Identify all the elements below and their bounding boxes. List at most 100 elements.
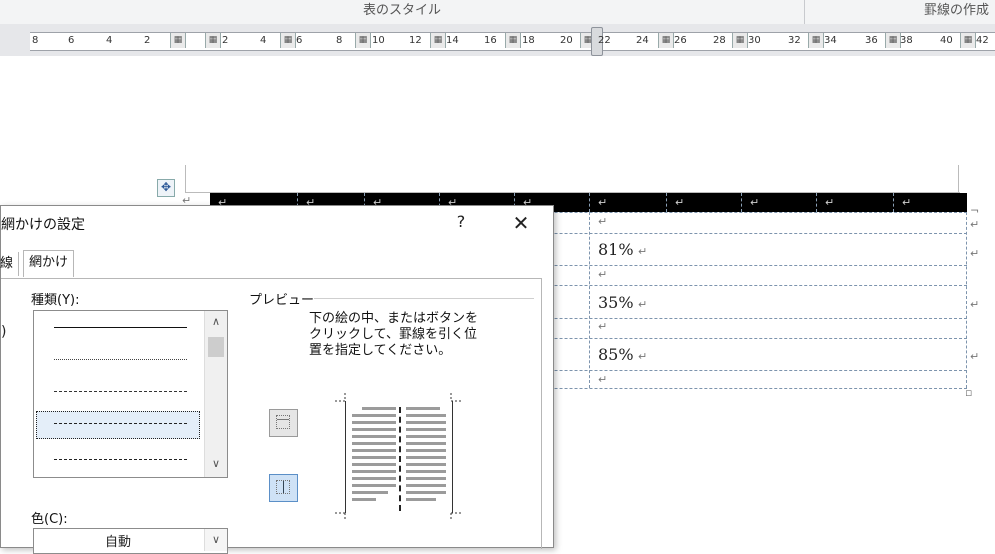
percentage-value[interactable]: 81% <box>598 240 634 259</box>
line-style-list[interactable]: ∧ ∨ <box>33 310 228 478</box>
paragraph-mark: ↵ <box>638 245 648 258</box>
preview-text-line <box>406 435 446 438</box>
table-header-cell[interactable]: ↵ <box>816 193 893 212</box>
preview-text-line <box>352 435 396 438</box>
preview-text-line <box>352 491 388 494</box>
column-marker[interactable]: ▦ <box>658 33 674 48</box>
ruler-tick: 4 <box>106 35 113 46</box>
ruler-tick: 28 <box>713 35 726 46</box>
paragraph-mark: ↵ <box>598 320 608 333</box>
horizontal-ruler[interactable]: 8 6 4 2 ▦ ▦ 2 4 ▦ 6 8 ▦ 10 12 ▦ 14 16 ▦ … <box>30 27 995 56</box>
line-style-dashed[interactable] <box>54 423 187 424</box>
percentage-value[interactable]: 35% <box>598 293 634 312</box>
column-marker[interactable]: ▦ <box>170 33 186 48</box>
paragraph-mark: ↵ <box>638 350 648 363</box>
preview-text-line <box>406 421 446 424</box>
ruler-tick: 32 <box>788 35 801 46</box>
line-style-dotted[interactable] <box>54 359 187 360</box>
ruler-tick: 36 <box>865 35 878 46</box>
chevron-down-icon[interactable]: ∨ <box>204 529 227 551</box>
ruler-tick: 6 <box>296 35 303 46</box>
table-header-cell[interactable]: ↵ <box>589 193 666 212</box>
table-header-cell[interactable]: ↵ <box>666 193 743 212</box>
ruler-tick: 12 <box>409 35 422 46</box>
preview-text-line <box>352 428 396 431</box>
border-preview[interactable] <box>333 391 463 521</box>
tab-shading[interactable]: 網かけ <box>23 250 75 277</box>
preview-text-line <box>406 407 440 410</box>
column-marker[interactable]: ▦ <box>808 33 824 48</box>
preview-text-line <box>352 421 396 424</box>
table-move-handle-icon[interactable]: ✥ <box>157 179 175 197</box>
ruler-tick: 30 <box>748 35 761 46</box>
preview-text-line <box>406 470 446 473</box>
ruler-tick: 24 <box>636 35 649 46</box>
cell-border <box>966 212 967 388</box>
color-label: 色(C): <box>31 512 68 527</box>
paragraph-mark: ↵ <box>598 373 608 386</box>
inside-vertical-border-button[interactable] <box>269 474 298 502</box>
help-button[interactable]: ? <box>451 212 471 234</box>
preview-text-line <box>406 442 446 445</box>
cell-border <box>589 212 590 388</box>
table-header-cell[interactable]: ↵ <box>893 193 967 212</box>
ruler-tick: 40 <box>940 35 953 46</box>
preview-text-line <box>406 414 446 417</box>
scroll-down-icon[interactable]: ∨ <box>209 457 223 470</box>
preview-text-line <box>352 484 396 487</box>
line-style-solid[interactable] <box>54 327 187 328</box>
column-marker[interactable]: ▦ <box>430 33 446 48</box>
table-header-cell[interactable]: ↵ <box>741 193 818 212</box>
line-style-scrollbar[interactable]: ∧ ∨ <box>204 311 227 477</box>
shading-settings-dialog[interactable]: 網かけの設定 ? ✕ 線 網かけ ) 種類(Y): ∧ ∨ 色(C): 自動 ∨… <box>0 205 554 554</box>
preview-text-line <box>352 498 376 501</box>
tab-border[interactable]: 線 <box>0 252 20 276</box>
column-marker[interactable]: ▦ <box>205 33 221 48</box>
scroll-up-icon[interactable]: ∧ <box>209 315 223 328</box>
preview-label: プレビュー <box>249 293 315 308</box>
line-style-selected[interactable] <box>36 411 200 439</box>
paragraph-mark: ↵ <box>598 215 608 228</box>
table-resize-handle-icon[interactable]: ▫ <box>965 386 972 399</box>
ruler-tick: 2 <box>222 35 229 46</box>
ruler-tick: 22 <box>598 35 611 46</box>
preview-text-line <box>406 491 446 494</box>
line-style-label: 種類(Y): <box>31 293 80 308</box>
ruler-tick: 10 <box>372 35 385 46</box>
ribbon-group-bar: 表のスタイル 罫線の作成 <box>0 0 995 25</box>
ruler-tick: 2 <box>144 35 151 46</box>
ruler-tick: 4 <box>260 35 267 46</box>
ruler-tick: 42 <box>976 35 989 46</box>
column-marker[interactable]: ▦ <box>960 33 976 48</box>
color-dropdown[interactable]: 自動 ∨ <box>33 528 228 554</box>
ruler-tick: 16 <box>484 35 497 46</box>
preview-text-line <box>352 477 396 480</box>
top-border-button[interactable] <box>269 409 298 437</box>
preview-page[interactable] <box>345 401 453 513</box>
row-end-mark: ↵ <box>970 350 980 363</box>
close-button[interactable]: ✕ <box>506 210 536 236</box>
column-marker[interactable]: ▦ <box>505 33 521 48</box>
preview-text-line <box>362 407 396 410</box>
preview-text-line <box>352 470 396 473</box>
color-value: 自動 <box>104 535 131 550</box>
row-end-mark: ↵ <box>970 298 980 311</box>
preview-text-line <box>406 498 436 501</box>
draw-borders-group-label: 罫線の作成 <box>923 3 989 18</box>
line-style-dash-dot[interactable] <box>54 459 187 460</box>
percentage-value[interactable]: 85% <box>598 345 634 364</box>
table-style-group-label: 表のスタイル <box>0 0 805 24</box>
column-marker[interactable]: ▦ <box>280 33 296 48</box>
scrollbar-thumb[interactable] <box>208 337 224 357</box>
column-marker[interactable]: ▦ <box>732 33 748 48</box>
margin-guide <box>185 165 186 193</box>
preview-inside-border[interactable] <box>399 407 401 511</box>
paragraph-mark: ↵ <box>638 298 648 311</box>
line-style-dashed-small[interactable] <box>54 391 187 392</box>
ruler-tick: 18 <box>522 35 535 46</box>
column-marker[interactable]: ▦ <box>885 33 901 48</box>
ruler-tick: 8 <box>32 35 39 46</box>
column-marker[interactable]: ▦ <box>355 33 371 48</box>
preview-instructions: 下の絵の中、またはボタンを クリックして、罫線を引く位 置を指定してください。 <box>309 311 479 358</box>
ruler-tick: 34 <box>824 35 837 46</box>
